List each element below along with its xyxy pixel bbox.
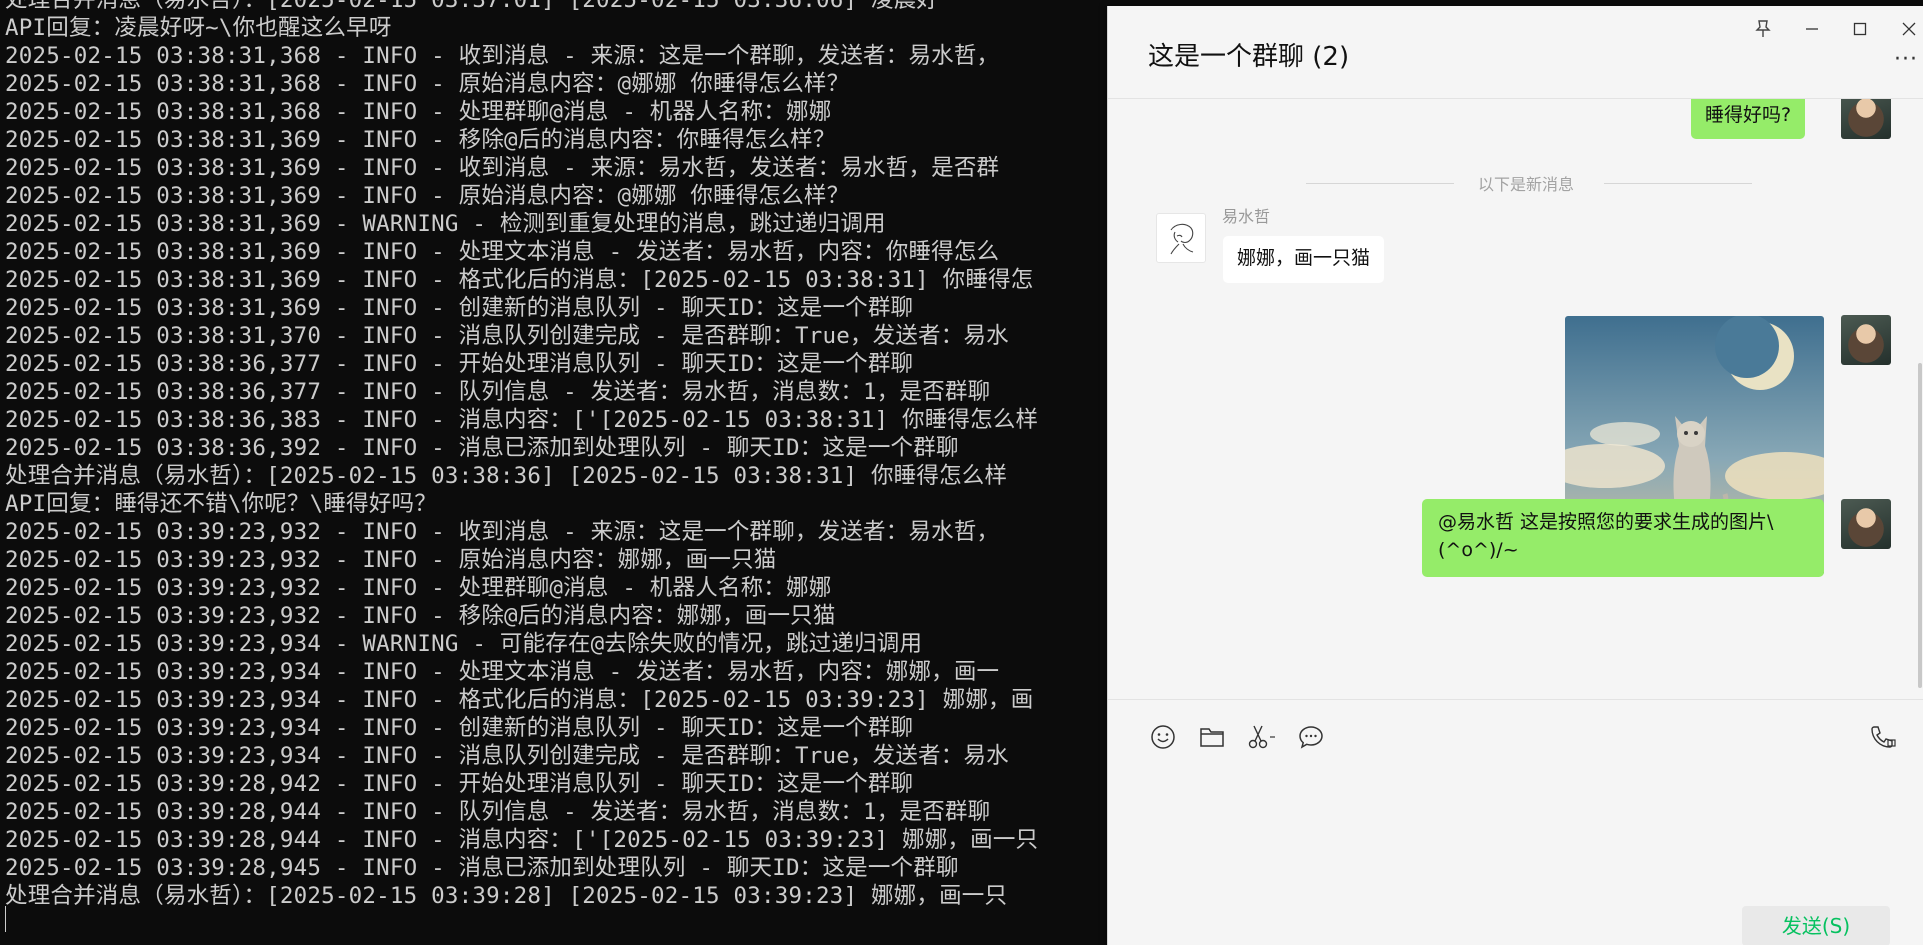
minimize-button[interactable] — [1797, 14, 1827, 44]
divider-line-right — [1604, 183, 1752, 184]
message-text: 娜娜，画一只猫 — [1237, 247, 1371, 269]
terminal-line: 2025-02-15 03:38:31,368 - INFO - 原始消息内容：… — [5, 71, 850, 97]
chat-window: 这是一个群聊 (2) ··· 睡得好吗? 以下是新消息 易水哲 娜娜，画一只猫 … — [1107, 6, 1923, 945]
terminal-line: 2025-02-15 03:39:28,942 - INFO - 开始处理消息队… — [5, 771, 914, 797]
terminal-line: 2025-02-15 03:38:31,369 - INFO - 收到消息 - … — [5, 155, 1000, 181]
terminal-line: 2025-02-15 03:38:31,368 - INFO - 收到消息 - … — [5, 43, 1000, 69]
terminal-window[interactable]: 处理合并消息（易水哲）：[2025-02-15 03:37:01] [2025-… — [0, 0, 1103, 945]
terminal-line: 2025-02-15 03:39:23,934 - INFO - 消息队列创建完… — [5, 743, 1009, 769]
terminal-line: API回复：睡得还不错\你呢？\睡得好吗？ — [5, 491, 437, 517]
message-bubble-other[interactable]: 娜娜，画一只猫 — [1223, 236, 1385, 283]
send-button[interactable]: 发送(S) — [1742, 906, 1890, 945]
avatar-self[interactable] — [1841, 99, 1891, 139]
terminal-line: API回复：凌晨好呀~\你也醒这么早呀 — [5, 15, 392, 41]
chat-bubble-icon[interactable] — [1294, 720, 1328, 754]
scissors-icon[interactable] — [1245, 720, 1279, 754]
close-button[interactable] — [1894, 14, 1923, 44]
terminal-line: 处理合并消息（易水哲）：[2025-02-15 03:39:28] [2025-… — [5, 883, 1008, 909]
sketch-avatar-icon — [1170, 223, 1194, 255]
terminal-line: 2025-02-15 03:38:31,369 - INFO - 原始消息内容：… — [5, 183, 850, 209]
terminal-line: 2025-02-15 03:38:31,370 - INFO - 消息队列创建完… — [5, 323, 1009, 349]
avatar-other[interactable] — [1156, 213, 1206, 263]
terminal-line: 2025-02-15 03:38:36,383 - INFO - 消息内容：['… — [5, 407, 1039, 433]
terminal-line: 2025-02-15 03:39:23,932 - INFO - 移除@后的消息… — [5, 603, 836, 629]
divider-line-left — [1306, 183, 1454, 184]
folder-icon[interactable] — [1195, 720, 1229, 754]
terminal-line: 2025-02-15 03:38:31,369 - INFO - 处理文本消息 … — [5, 239, 1000, 265]
terminal-line: 2025-02-15 03:38:31,369 - WARNING - 检测到重… — [5, 211, 886, 237]
terminal-line: 2025-02-15 03:38:31,369 - INFO - 移除@后的消息… — [5, 127, 836, 153]
terminal-line: 2025-02-15 03:39:23,934 - WARNING - 可能存在… — [5, 631, 923, 657]
terminal-line: 2025-02-15 03:39:23,934 - INFO - 创建新的消息队… — [5, 715, 914, 741]
terminal-line: 2025-02-15 03:39:28,944 - INFO - 队列信息 - … — [5, 799, 991, 825]
avatar-self[interactable] — [1841, 315, 1891, 365]
terminal-line: 2025-02-15 03:38:36,377 - INFO - 队列信息 - … — [5, 379, 991, 405]
message-text: 睡得好吗? — [1705, 104, 1792, 126]
terminal-line: 2025-02-15 03:38:31,369 - INFO - 创建新的消息队… — [5, 295, 914, 321]
terminal-line: 2025-02-15 03:39:23,934 - INFO - 格式化后的消息… — [5, 687, 1034, 713]
call-icon[interactable] — [1866, 720, 1900, 754]
terminal-line: 2025-02-15 03:38:36,392 - INFO - 消息已添加到处… — [5, 435, 959, 461]
more-options-button[interactable]: ··· — [1894, 49, 1923, 74]
pin-icon[interactable] — [1748, 14, 1778, 44]
message-list[interactable]: 睡得好吗? 以下是新消息 易水哲 娜娜，画一只猫 @易水哲 这是按照您的要求生成… — [1108, 99, 1923, 699]
chat-title: 这是一个群聊 (2) — [1148, 42, 1350, 72]
terminal-line: 2025-02-15 03:39:23,932 - INFO - 原始消息内容：… — [5, 547, 777, 573]
message-text: @易水哲 这是按照您的要求生成的图片\ — [1438, 511, 1774, 533]
terminal-line: 2025-02-15 03:39:28,945 - INFO - 消息已添加到处… — [5, 855, 959, 881]
message-bubble-self[interactable]: @易水哲 这是按照您的要求生成的图片\ (^o^)/~ — [1422, 499, 1824, 577]
terminal-line: 2025-02-15 03:39:23,934 - INFO - 处理文本消息 … — [5, 659, 1000, 685]
message-bubble-self[interactable]: 睡得好吗? — [1691, 99, 1806, 139]
input-area[interactable]: 发送(S) — [1108, 699, 1923, 945]
message-scrollbar[interactable] — [1918, 363, 1922, 688]
message-text: (^o^)/~ — [1438, 539, 1519, 561]
terminal-cursor — [5, 906, 6, 932]
sender-name: 易水哲 — [1222, 207, 1271, 226]
maximize-button[interactable] — [1845, 14, 1875, 44]
terminal-line: 2025-02-15 03:39:23,932 - INFO - 收到消息 - … — [5, 519, 1000, 545]
avatar-self[interactable] — [1841, 499, 1891, 549]
emoji-icon[interactable] — [1146, 720, 1180, 754]
terminal-output: 处理合并消息（易水哲）：[2025-02-15 03:37:01] [2025-… — [5, 0, 1038, 910]
chat-header: 这是一个群聊 (2) ··· — [1108, 6, 1923, 99]
terminal-line: 处理合并消息（易水哲）：[2025-02-15 03:37:01] [2025-… — [5, 0, 940, 13]
terminal-line: 处理合并消息（易水哲）：[2025-02-15 03:38:36] [2025-… — [5, 463, 1008, 489]
terminal-line: 2025-02-15 03:38:36,377 - INFO - 开始处理消息队… — [5, 351, 914, 377]
terminal-line: 2025-02-15 03:39:28,944 - INFO - 消息内容：['… — [5, 827, 1039, 853]
terminal-line: 2025-02-15 03:38:31,369 - INFO - 格式化后的消息… — [5, 267, 1034, 293]
terminal-line: 2025-02-15 03:38:31,368 - INFO - 处理群聊@消息… — [5, 99, 832, 125]
new-messages-divider: 以下是新消息 — [1478, 175, 1575, 194]
terminal-line: 2025-02-15 03:39:23,932 - INFO - 处理群聊@消息… — [5, 575, 832, 601]
